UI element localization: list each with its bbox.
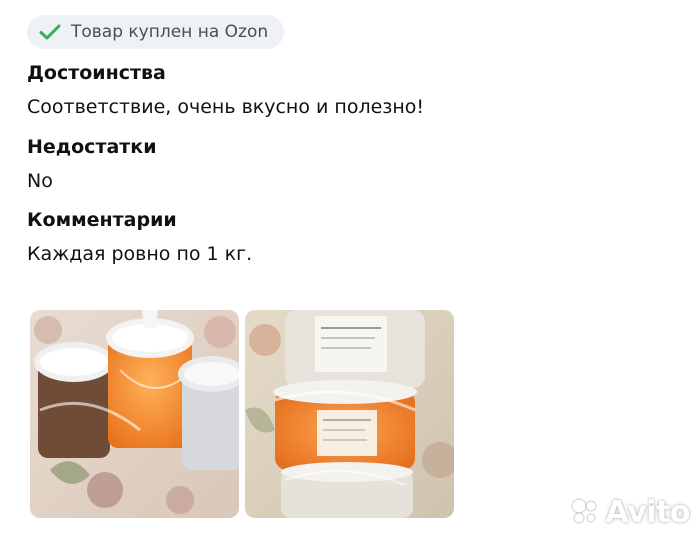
purchase-verified-badge: Товар куплен на Ozon [27,15,285,49]
badge-label: Товар куплен на Ozon [71,22,269,42]
check-icon [39,23,61,41]
comments-text: Каждая ровно по 1 кг. [27,243,253,265]
cons-text: No [27,170,53,192]
review-photo-1[interactable] [30,310,239,518]
avito-watermark-text: Avito [605,495,691,530]
review-photo-2[interactable] [245,310,454,518]
pros-title: Достоинства [27,62,166,84]
avito-watermark: Avito [570,495,691,530]
cons-title: Недостатки [27,136,157,158]
pros-text: Соответствие, очень вкусно и полезно! [27,96,425,118]
avito-logo-icon [570,496,600,530]
comments-title: Комментарии [27,209,177,231]
